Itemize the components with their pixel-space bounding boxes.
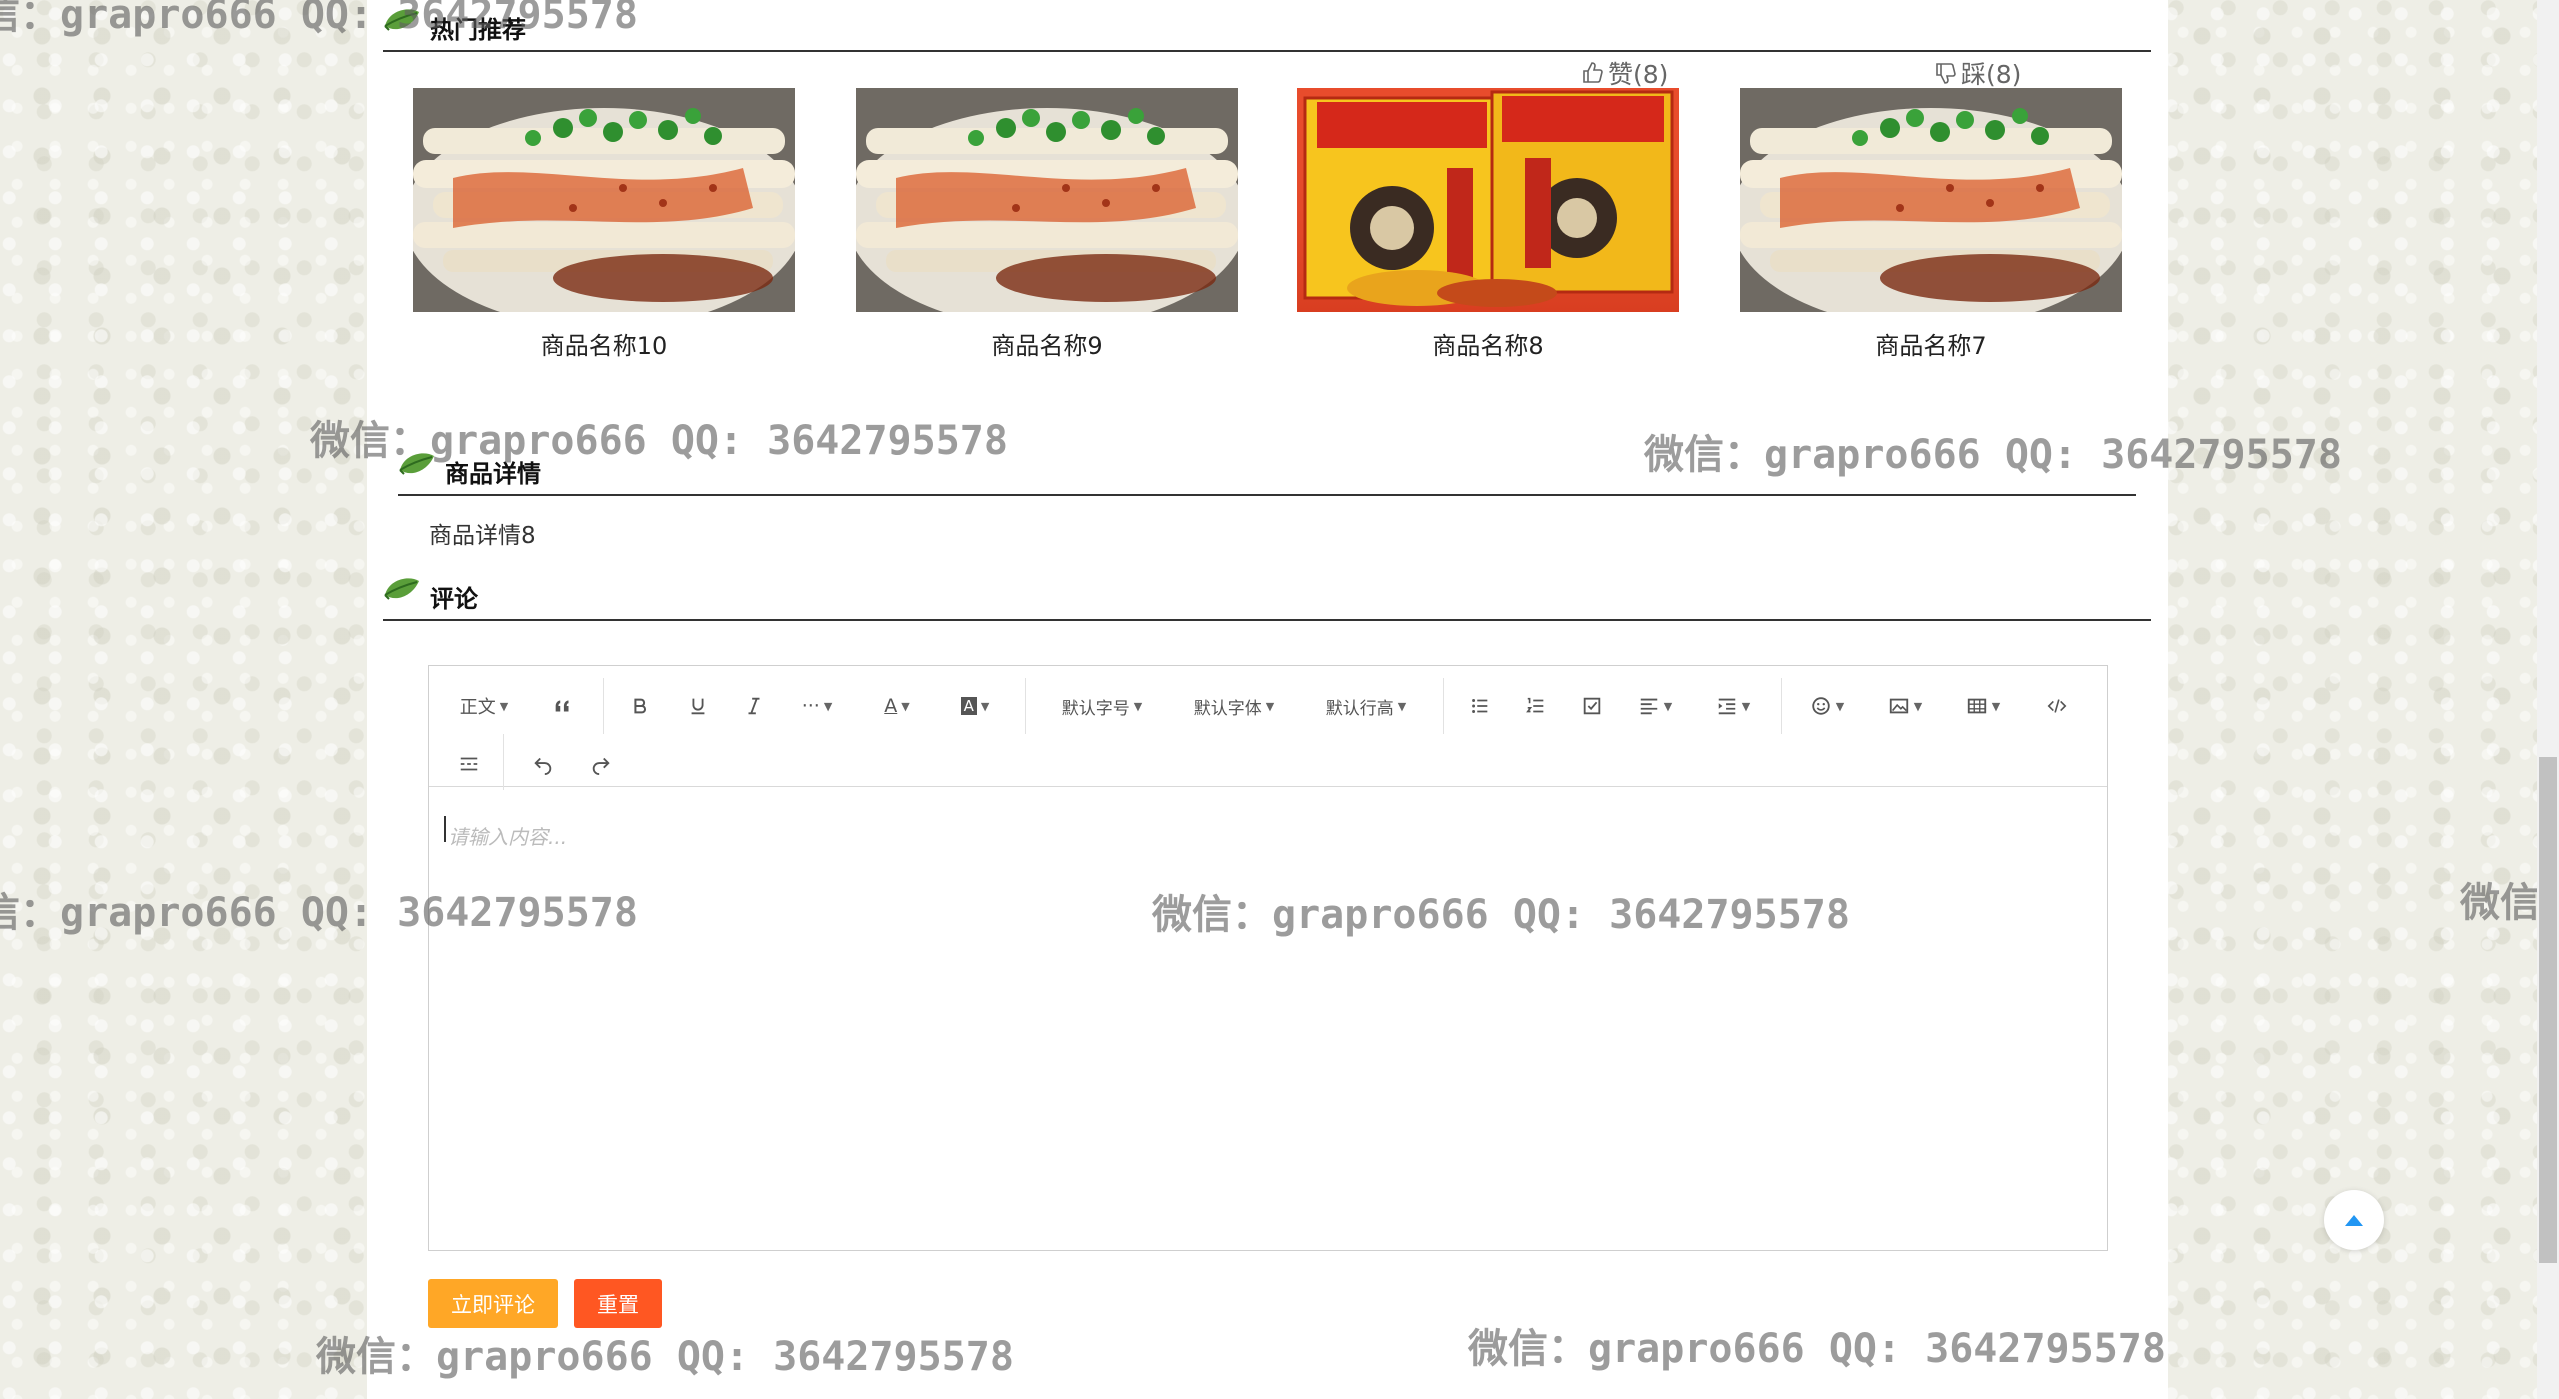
comment-section-title: 评论 bbox=[430, 585, 478, 613]
main-panel: 热门推荐 赞(8) 踩(8) 商品名称10 商品名称9 商品名称8 商品名称7 … bbox=[367, 0, 2168, 1399]
watermark: 微信：grapro666 QQ: 3642795578 bbox=[1468, 1326, 2166, 1372]
thumbs-up-icon bbox=[1583, 62, 1603, 83]
emoji-button[interactable]: ▼ bbox=[1799, 688, 1855, 724]
code-icon bbox=[2047, 699, 2067, 713]
emoji-icon bbox=[1812, 697, 1830, 715]
align-button[interactable]: ▼ bbox=[1627, 688, 1683, 724]
watermark: 微信：grapro666 QQ: 3642795578 bbox=[310, 418, 1008, 464]
text-cursor bbox=[444, 816, 446, 842]
todo-list-button[interactable] bbox=[1571, 688, 1613, 724]
table-icon bbox=[1967, 698, 1986, 714]
image-icon bbox=[1889, 698, 1908, 714]
underline-icon bbox=[691, 698, 705, 715]
paragraph-format-select[interactable]: 正文 ▼ bbox=[451, 688, 517, 724]
product-name[interactable]: 商品名称7 bbox=[1740, 326, 2122, 361]
toolbar-separator bbox=[603, 678, 604, 734]
numbered-list-button[interactable] bbox=[1515, 688, 1557, 724]
align-left-icon bbox=[1640, 698, 1658, 715]
checkbox-icon bbox=[1583, 697, 1601, 715]
bullet-list-button[interactable] bbox=[1459, 688, 1501, 724]
scrollbar[interactable] bbox=[2537, 0, 2559, 1399]
watermark: 微信：grapro666 QQ: 3642795578 bbox=[0, 0, 638, 38]
like-count: 赞(8) bbox=[1608, 60, 1669, 89]
undo-icon bbox=[534, 757, 552, 775]
italic-icon bbox=[748, 697, 760, 715]
underline-button[interactable] bbox=[677, 688, 719, 724]
redo-icon bbox=[592, 757, 610, 775]
like-button[interactable]: 赞(8) bbox=[1581, 55, 1668, 91]
font-color-button[interactable]: A ▼ bbox=[869, 688, 925, 724]
ellipsis-icon: ··· bbox=[801, 695, 820, 717]
product-image[interactable] bbox=[1740, 88, 2122, 312]
quote-icon bbox=[555, 700, 569, 712]
reset-button[interactable]: 重置 bbox=[574, 1279, 662, 1328]
thumbs-down-icon bbox=[1936, 63, 1956, 84]
more-styles-button[interactable]: ··· ▼ bbox=[789, 688, 845, 724]
watermark: 微信：grapro666 QQ: 3642795578 bbox=[1644, 432, 2342, 478]
submit-comment-button[interactable]: 立即评论 bbox=[428, 1279, 558, 1328]
editor-placeholder: 请输入内容... bbox=[448, 825, 568, 849]
divider-icon bbox=[460, 757, 478, 771]
toolbar-separator bbox=[1443, 678, 1444, 734]
divider-button[interactable] bbox=[447, 746, 491, 782]
italic-button[interactable] bbox=[733, 688, 775, 724]
product-name[interactable]: 商品名称9 bbox=[856, 326, 1238, 361]
toolbar-separator bbox=[1781, 678, 1782, 734]
dislike-count: 踩(8) bbox=[1961, 60, 2022, 89]
background-color-button[interactable]: A ▼ bbox=[947, 688, 1003, 724]
code-button[interactable] bbox=[2035, 688, 2079, 724]
product-image[interactable] bbox=[1297, 88, 1679, 312]
arrow-up-icon bbox=[2345, 1215, 2363, 1226]
font-color-icon: A bbox=[884, 695, 898, 717]
dislike-button[interactable]: 踩(8) bbox=[1934, 55, 2021, 91]
image-button[interactable]: ▼ bbox=[1877, 688, 1933, 724]
detail-text: 商品详情8 bbox=[429, 523, 536, 549]
product-image[interactable] bbox=[413, 88, 795, 312]
hot-section-header: 热门推荐 bbox=[383, 0, 2151, 52]
font-size-select[interactable]: 默认字号 ▼ bbox=[1045, 688, 1159, 724]
indent-icon bbox=[1718, 698, 1736, 715]
comment-text-area[interactable]: 请输入内容... bbox=[429, 786, 2107, 1250]
bold-button[interactable] bbox=[619, 688, 661, 724]
indent-button[interactable]: ▼ bbox=[1705, 688, 1761, 724]
undo-button[interactable] bbox=[521, 746, 565, 782]
editor-toolbar: 正文▼ ···▼ A▼ A▼ 默认字号▼ 默认字体▼ 默认行高▼ bbox=[429, 666, 2107, 790]
watermark: 微信：grapro666 QQ: 3642795578 bbox=[1152, 892, 1850, 938]
leaf-icon bbox=[383, 575, 421, 603]
product-name[interactable]: 商品名称10 bbox=[413, 326, 795, 361]
numbered-list-icon bbox=[1526, 697, 1544, 713]
bullet-list-icon bbox=[1472, 699, 1488, 713]
watermark: 微信：grapro666 QQ: 3642795578 bbox=[316, 1334, 1014, 1380]
comment-editor: 正文▼ ···▼ A▼ A▼ 默认字号▼ 默认字体▼ 默认行高▼ bbox=[428, 665, 2108, 1251]
redo-button[interactable] bbox=[579, 746, 623, 782]
product-image[interactable] bbox=[856, 88, 1238, 312]
toolbar-separator bbox=[1025, 678, 1026, 734]
comment-section-header: 评论 bbox=[383, 569, 2151, 621]
background-color-icon: A bbox=[960, 697, 977, 715]
scrollbar-thumb[interactable] bbox=[2539, 757, 2557, 1263]
quote-button[interactable] bbox=[541, 688, 585, 724]
bold-icon bbox=[634, 698, 646, 714]
line-height-select[interactable]: 默认行高 ▼ bbox=[1309, 688, 1423, 724]
table-button[interactable]: ▼ bbox=[1955, 688, 2011, 724]
toolbar-separator bbox=[503, 734, 504, 790]
font-family-select[interactable]: 默认字体 ▼ bbox=[1177, 688, 1291, 724]
product-name[interactable]: 商品名称8 bbox=[1297, 326, 1679, 361]
back-to-top-button[interactable] bbox=[2324, 1190, 2384, 1250]
watermark: 微信：grapro666 QQ: 3642795578 bbox=[0, 890, 638, 936]
